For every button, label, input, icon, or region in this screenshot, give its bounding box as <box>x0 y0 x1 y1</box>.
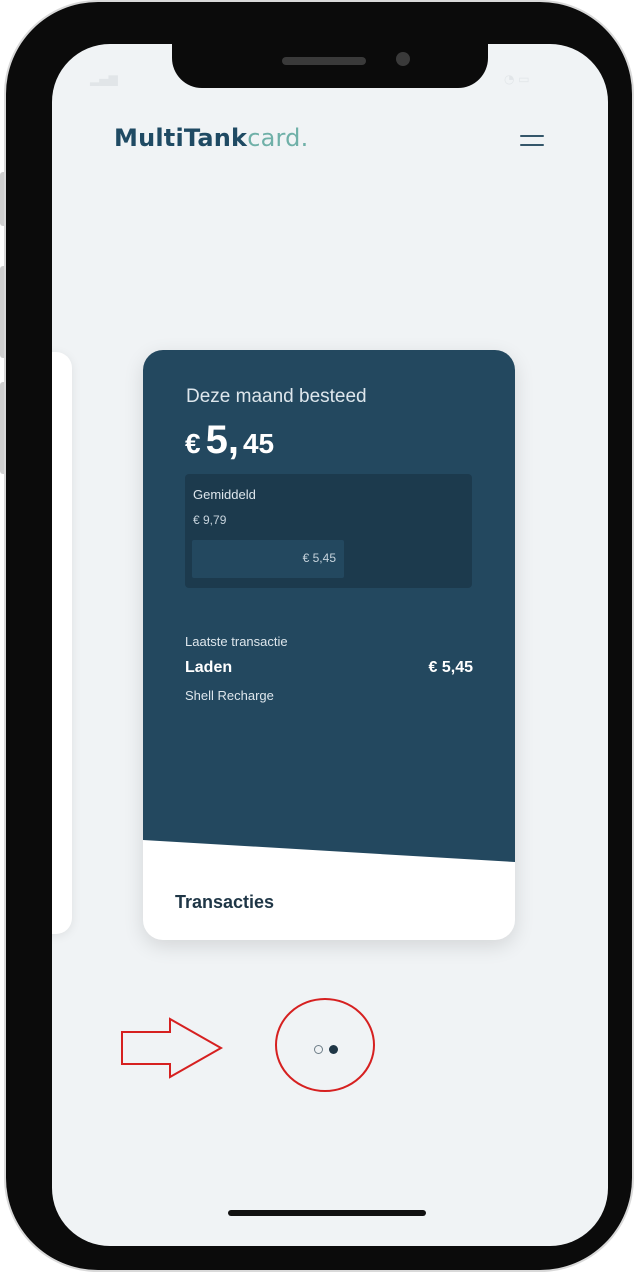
page: ▂▄▆ ◔ ▭ MultiTankcard. Deze maand bestee… <box>0 0 634 1272</box>
previous-card[interactable] <box>52 352 72 934</box>
transactions-link[interactable]: Transacties <box>175 892 274 913</box>
last-transaction-amount: € 5,45 <box>428 659 473 676</box>
last-transaction-title: Laden <box>185 659 233 676</box>
status-bar-right: ◔ ▭ <box>504 72 530 86</box>
hamburger-menu-icon[interactable] <box>518 130 548 154</box>
phone-frame: ▂▄▆ ◔ ▭ MultiTankcard. Deze maand bestee… <box>6 2 632 1270</box>
home-indicator <box>228 1210 426 1216</box>
average-panel: Gemiddeld € 9,79 € 5,45 <box>185 474 472 588</box>
pagination-dots <box>314 1045 354 1055</box>
phone-notch <box>172 44 488 88</box>
logo-accent-text: card <box>247 124 301 152</box>
average-label: Gemiddeld <box>193 487 256 502</box>
page-dot-2[interactable] <box>329 1045 338 1054</box>
app-logo: MultiTankcard. <box>114 124 308 152</box>
current-spend-bar-label: € 5,45 <box>302 551 336 565</box>
front-camera <box>396 52 410 66</box>
last-transaction-merchant: Shell Recharge <box>185 688 274 703</box>
speaker-grille <box>282 57 366 65</box>
menu-line-bottom <box>520 144 544 146</box>
status-bar-left: ▂▄▆ <box>90 72 118 86</box>
current-spend-bar: € 5,45 <box>192 540 344 578</box>
page-dot-1[interactable] <box>314 1045 323 1054</box>
logo-main-text: MultiTank <box>114 124 248 152</box>
average-value: € 9,79 <box>193 513 227 527</box>
card-header-panel: Deze maand besteed €5, 45 Gemiddeld € 9,7… <box>143 350 515 862</box>
amount-decimals: 45 <box>242 428 275 459</box>
amount-integer: 5, <box>205 418 239 462</box>
app-screen: ▂▄▆ ◔ ▭ MultiTankcard. Deze maand bestee… <box>52 44 608 1246</box>
month-spent-amount: €5, 45 <box>185 418 274 463</box>
logo-dot: . <box>300 124 309 152</box>
menu-line-top <box>520 135 544 137</box>
month-spent-label: Deze maand besteed <box>186 386 367 407</box>
spending-card[interactable]: Deze maand besteed €5, 45 Gemiddeld € 9,7… <box>143 350 515 940</box>
amount-currency: € <box>185 428 201 459</box>
last-transaction-caption: Laatste transactie <box>185 634 288 649</box>
